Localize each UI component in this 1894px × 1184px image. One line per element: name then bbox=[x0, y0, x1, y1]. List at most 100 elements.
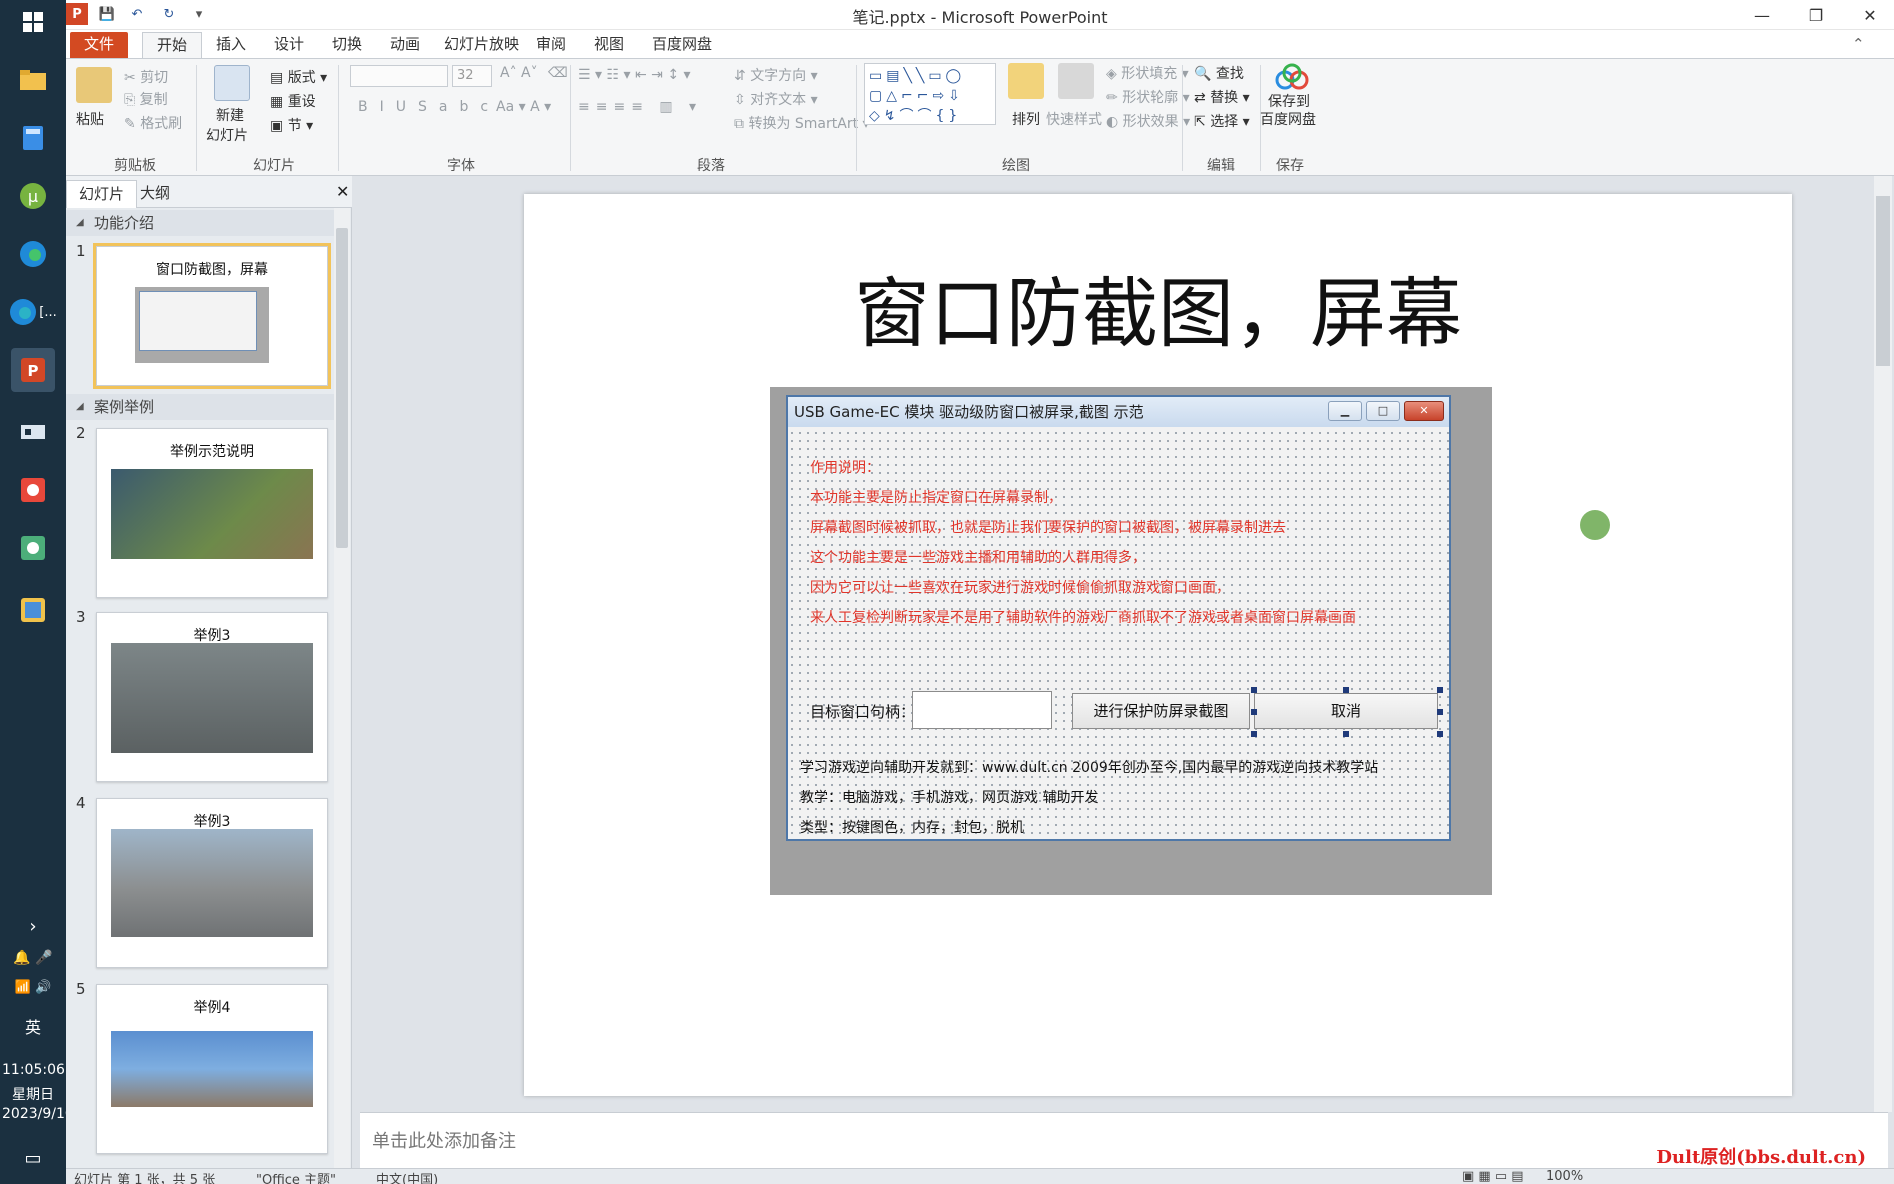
paste-icon[interactable] bbox=[76, 67, 112, 103]
section-header-1[interactable]: 功能介绍 bbox=[66, 210, 334, 236]
save-to-netdisk-label-1[interactable]: 保存到 bbox=[1268, 91, 1310, 111]
list-buttons[interactable]: ☰ ▾ ☷ ▾ ⇤ ⇥ ↕ ▾ bbox=[578, 67, 691, 83]
ribbon-tabs: 文件 开始 插入 设计 切换 动画 幻灯片放映 审阅 视图 百度网盘 ⌃ bbox=[66, 30, 1894, 58]
tab-transitions[interactable]: 切换 bbox=[318, 32, 376, 58]
copy-button[interactable]: ⎘ 复制 bbox=[124, 89, 168, 109]
tab-animations[interactable]: 动画 bbox=[376, 32, 434, 58]
green-app-icon[interactable] bbox=[11, 526, 55, 570]
editor-scroll-thumb[interactable] bbox=[1876, 196, 1890, 366]
section-header-2[interactable]: 案例举例 bbox=[66, 394, 334, 420]
calculator-icon[interactable] bbox=[11, 116, 55, 160]
tab-review[interactable]: 审阅 bbox=[522, 32, 580, 58]
shape-fill-label: 形状填充 bbox=[1121, 66, 1178, 82]
screenshot-image[interactable]: USB Game-EC 模块 驱动级防窗口被屏录,截图 示范 ▁ □ ✕ 作用说… bbox=[770, 387, 1492, 895]
format-painter-button[interactable]: ✎ 格式刷 bbox=[124, 113, 182, 133]
clear-format-icon[interactable]: ⌫ bbox=[548, 65, 568, 81]
save-to-netdisk-label-2[interactable]: 百度网盘 bbox=[1260, 109, 1316, 129]
language-indicator[interactable]: 中文(中国) bbox=[376, 1169, 438, 1184]
thumb-title-1: 窗口防截图，屏幕 bbox=[156, 262, 268, 278]
select-button[interactable]: ⇱ 选择 ▾ bbox=[1194, 111, 1250, 131]
shape-outline-button[interactable]: ✏ 形状轮廓 ▾ bbox=[1106, 87, 1190, 107]
font-style-buttons[interactable]: BIUSabc bbox=[358, 99, 500, 115]
slide-thumbnail-2[interactable]: 举例示范说明 bbox=[96, 428, 328, 598]
new-slide-label-2[interactable]: 幻灯片 bbox=[206, 125, 248, 145]
minimize-button[interactable]: — bbox=[1734, 0, 1790, 30]
windows-start-icon[interactable] bbox=[11, 0, 55, 44]
align-text-label: 对齐文本 bbox=[750, 92, 807, 108]
tab-insert[interactable]: 插入 bbox=[202, 32, 260, 58]
close-button[interactable]: ✕ bbox=[1842, 0, 1894, 30]
slide-canvas[interactable]: 窗口防截图，屏幕 USB Game-EC 模块 驱动级防窗口被屏录,截图 示范 … bbox=[524, 194, 1792, 1096]
replace-button[interactable]: ⇄ 替换 ▾ bbox=[1194, 87, 1250, 107]
quick-styles-button[interactable]: 快速样式 bbox=[1046, 109, 1102, 129]
save-group-label: 保存 bbox=[1276, 158, 1304, 174]
font-grow-shrink-icons[interactable]: A˄ A˅ bbox=[500, 65, 538, 81]
notes-pane[interactable]: 单击此处添加备注 Dult原创(bbs.dult.cn) bbox=[360, 1112, 1888, 1168]
close-panel-icon[interactable]: ✕ bbox=[336, 182, 349, 201]
torrent-icon[interactable]: μ bbox=[11, 174, 55, 218]
slide-thumbnail-3[interactable]: 举例3 bbox=[96, 612, 328, 782]
red-app-icon[interactable] bbox=[11, 468, 55, 512]
tab-slides[interactable]: 幻灯片 bbox=[66, 180, 138, 208]
restore-button[interactable]: ❐ bbox=[1788, 0, 1844, 30]
dialog-close-icon: ✕ bbox=[1404, 401, 1444, 421]
section-button[interactable]: ▣ 节 ▾ bbox=[270, 115, 313, 135]
paste-button[interactable]: 粘贴 bbox=[76, 109, 104, 129]
notification-icon[interactable]: ▭ bbox=[2, 1148, 64, 1169]
zoom-level[interactable]: 100% bbox=[1546, 1169, 1583, 1184]
group-separator bbox=[196, 65, 197, 171]
shapes-gallery[interactable]: ▭▤╲╲▭◯ ▢△⌐⌐⇨⇩ ◇↯⌒⌒{} bbox=[864, 63, 996, 125]
desc-line-5: 因为它可以让一些喜欢在玩家进行游戏时候偷偷抓取游戏窗口画面， bbox=[810, 580, 1230, 596]
tab-baidu-netdisk[interactable]: 百度网盘 bbox=[638, 32, 726, 58]
ribbon: 粘贴 ✂ 剪切 ⎘ 复制 ✎ 格式刷 剪贴板 新建 幻灯片 ▤ 版式 ▾ ▦ 重… bbox=[66, 58, 1894, 176]
align-buttons[interactable]: ≡≡≡≡ ▥ ▾ bbox=[578, 99, 702, 115]
powerpoint-taskbar-icon[interactable]: P bbox=[11, 348, 55, 392]
selection-handle bbox=[1251, 709, 1257, 715]
file-explorer-icon[interactable] bbox=[11, 58, 55, 102]
tab-home[interactable]: 开始 bbox=[142, 32, 203, 58]
tab-slideshow[interactable]: 幻灯片放映 bbox=[430, 32, 533, 58]
thumb-number-5: 5 bbox=[76, 980, 86, 998]
video-app-icon[interactable] bbox=[11, 410, 55, 454]
show-more-chevron-icon[interactable]: › bbox=[2, 916, 64, 937]
network-volume-icon[interactable]: 📶 🔊 bbox=[2, 980, 64, 995]
align-text-button[interactable]: ⇳ 对齐文本 ▾ bbox=[734, 89, 818, 109]
selection-handle bbox=[1437, 731, 1443, 737]
slide-thumbnail-1[interactable]: 窗口防截图，屏幕 bbox=[93, 243, 331, 389]
new-slide-icon[interactable] bbox=[214, 65, 250, 101]
input-language[interactable]: 英 bbox=[2, 1014, 64, 1038]
arrange-button[interactable]: 排列 bbox=[1012, 109, 1040, 129]
reset-button[interactable]: ▦ 重设 bbox=[270, 91, 316, 111]
text-direction-button[interactable]: ⇵ 文字方向 ▾ bbox=[734, 65, 818, 85]
thumb-number-1: 1 bbox=[76, 242, 86, 260]
edge-beta-icon[interactable]: [... bbox=[4, 290, 62, 334]
tray-icons[interactable]: 🔔 🎤 bbox=[2, 950, 64, 966]
tab-design[interactable]: 设计 bbox=[260, 32, 318, 58]
tab-outline[interactable]: 大纲 bbox=[128, 180, 182, 208]
edge-browser-icon[interactable] bbox=[11, 232, 55, 276]
tab-view[interactable]: 视图 bbox=[580, 32, 638, 58]
layout-button[interactable]: ▤ 版式 ▾ bbox=[270, 67, 327, 87]
shape-effects-button[interactable]: ◐ 形状效果 ▾ bbox=[1106, 111, 1190, 131]
slide-thumbnail-4[interactable]: 举例3 bbox=[96, 798, 328, 968]
clock-date: 2023/9/10 bbox=[2, 1106, 74, 1122]
quick-styles-icon[interactable] bbox=[1058, 63, 1094, 99]
slides-panel-scroll-thumb[interactable] bbox=[336, 228, 348, 548]
paint-app-icon[interactable] bbox=[11, 588, 55, 632]
slide-thumbnail-5[interactable]: 举例4 bbox=[96, 984, 328, 1154]
collapse-ribbon-icon[interactable]: ⌃ bbox=[1838, 32, 1879, 58]
font-size-select[interactable]: 32 bbox=[452, 65, 492, 87]
new-slide-label-1[interactable]: 新建 bbox=[216, 105, 244, 125]
arrange-icon[interactable] bbox=[1008, 63, 1044, 99]
smartart-button[interactable]: ⧉ 转换为 SmartArt ▾ bbox=[734, 113, 870, 133]
shape-fill-button[interactable]: ◈ 形状填充 ▾ bbox=[1106, 63, 1189, 83]
font-family-select[interactable] bbox=[350, 65, 448, 87]
font-color-icon[interactable]: Aa ▾ A ▾ bbox=[496, 99, 551, 115]
slide-title[interactable]: 窗口防截图，屏幕 bbox=[524, 252, 1792, 362]
cut-button[interactable]: ✂ 剪切 bbox=[124, 67, 168, 87]
view-buttons[interactable]: ▣ ▦ ▭ ▤ bbox=[1462, 1169, 1524, 1184]
tab-file[interactable]: 文件 bbox=[70, 32, 129, 58]
find-button[interactable]: 🔍 查找 bbox=[1194, 63, 1244, 83]
group-separator bbox=[338, 65, 339, 171]
thumb-image-game-moba bbox=[111, 469, 313, 559]
